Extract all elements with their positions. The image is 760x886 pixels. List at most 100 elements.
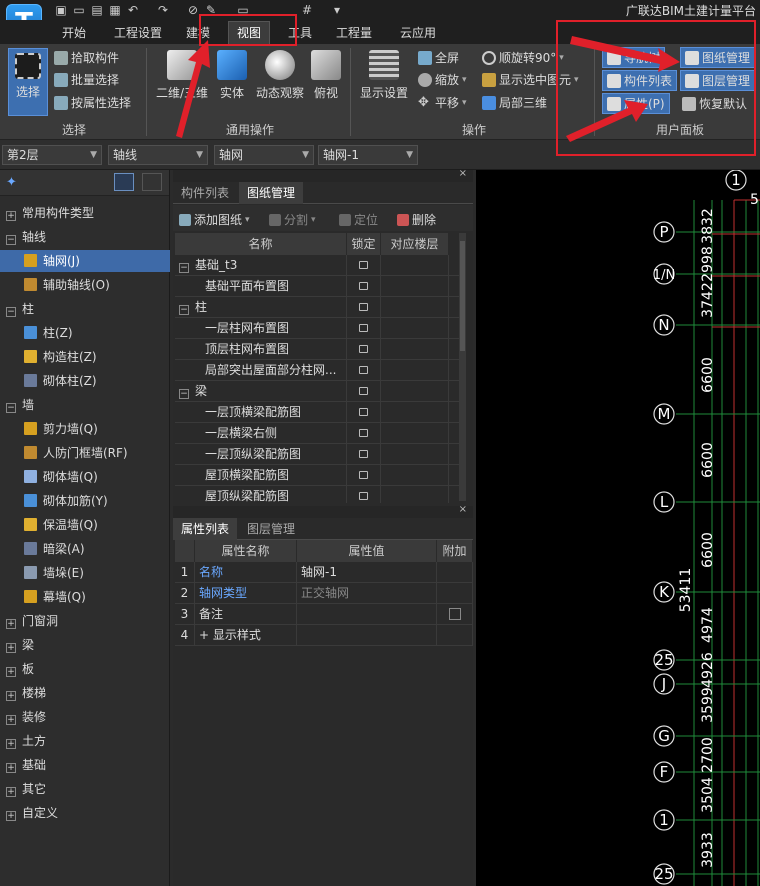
lock-cell[interactable]: [347, 465, 381, 486]
tab-cloud[interactable]: 云应用: [400, 24, 436, 41]
tool-a-icon[interactable]: ⊘: [186, 3, 200, 17]
table-row[interactable]: − 梁: [175, 381, 465, 402]
tree-group[interactable]: + 基础: [0, 754, 170, 776]
tree-item[interactable]: 砌体加筋(Y): [0, 490, 170, 512]
table-row[interactable]: 一层顶横梁配筋图: [175, 402, 465, 423]
axis-grid-drawing[interactable]: 1 P 1/N N M L K 25 J GF 1 25 5 3832 29983742 6600 6600 66…: [476, 169, 760, 886]
dropdown-icon[interactable]: ▾: [330, 3, 344, 17]
tree-group[interactable]: + 门窗洞: [0, 610, 170, 632]
table-row[interactable]: 一层横梁右侧: [175, 423, 465, 444]
show-selected-button[interactable]: 显示选中图元 ▾: [482, 71, 579, 88]
property-row[interactable]: 2 轴网类型 正交轴网: [175, 583, 473, 604]
tool-c-icon[interactable]: ▭: [236, 3, 250, 17]
type-select[interactable]: 轴网 ▼: [214, 145, 314, 165]
pan-button[interactable]: ✥ 平移 ▾: [418, 94, 467, 111]
redo-icon[interactable]: ↷: [156, 3, 170, 17]
tree-item[interactable]: 柱(Z): [0, 322, 170, 344]
rotate-button[interactable]: 顺旋转90° ▾: [482, 49, 564, 66]
table-row[interactable]: 屋顶纵梁配筋图: [175, 486, 465, 503]
tab-tools[interactable]: 工具: [288, 24, 312, 41]
collapse-icon[interactable]: −: [6, 403, 16, 413]
expand-icon[interactable]: +: [6, 691, 16, 701]
new-icon[interactable]: ▭: [72, 3, 86, 17]
lock-cell[interactable]: [347, 444, 381, 465]
instance-select[interactable]: 轴网-1 ▼: [318, 145, 418, 165]
delete-button[interactable]: 删除: [397, 211, 436, 228]
select-button[interactable]: 选择: [8, 48, 48, 116]
tree-group[interactable]: + 常用构件类型: [0, 202, 170, 224]
solid-button[interactable]: 实体: [214, 50, 250, 101]
drawing-canvas[interactable]: 1 P 1/N N M L K 25 J G F 1 25 5 3832 2998 3742 6600 6600 66…: [476, 169, 760, 886]
tab-start[interactable]: 开始: [62, 24, 86, 41]
close-icon[interactable]: ×: [459, 168, 467, 179]
category-select[interactable]: 轴线 ▼: [108, 145, 208, 165]
tree-group[interactable]: + 其它: [0, 778, 170, 800]
expand-icon[interactable]: +: [6, 211, 16, 221]
table-row[interactable]: − 基础_t3: [175, 255, 465, 276]
property-value[interactable]: 轴网-1: [297, 562, 437, 583]
split-button[interactable]: 分割 ▾: [269, 211, 316, 228]
tree-item[interactable]: 幕墙(Q): [0, 586, 170, 608]
add-drawing-button[interactable]: 添加图纸 ▾: [179, 211, 250, 228]
properties-button[interactable]: 属性(P): [602, 93, 670, 114]
tab-layer-mgmt[interactable]: 图层管理: [239, 518, 303, 540]
zoom-button[interactable]: 缩放 ▾: [418, 71, 467, 88]
select-by-attr-button[interactable]: 按属性选择: [54, 94, 131, 111]
expand-icon[interactable]: +: [6, 787, 16, 797]
batch-select-button[interactable]: 批量选择: [54, 71, 119, 88]
tree-group[interactable]: − 墙: [0, 394, 170, 416]
table-row[interactable]: 顶层柱网布置图: [175, 339, 465, 360]
property-row[interactable]: 4 + 显示样式: [175, 625, 473, 646]
tree-group[interactable]: + 土方: [0, 730, 170, 752]
grid-icon[interactable]: #: [300, 3, 314, 17]
tree-group[interactable]: − 轴线: [0, 226, 170, 248]
pick-component-button[interactable]: 拾取构件: [54, 49, 119, 66]
tree-item[interactable]: 轴网(J): [0, 250, 170, 272]
tree-item[interactable]: 砌体柱(Z): [0, 370, 170, 392]
view-2d3d-button[interactable]: 二维/三维: [154, 50, 210, 101]
expand-icon[interactable]: +: [6, 763, 16, 773]
floor-select[interactable]: 第2层 ▼: [2, 145, 102, 165]
tree-item[interactable]: 剪力墙(Q): [0, 418, 170, 440]
tree-item[interactable]: 保温墙(Q): [0, 514, 170, 536]
property-row[interactable]: 3 备注: [175, 604, 473, 625]
lock-cell[interactable]: [347, 402, 381, 423]
fullscreen-button[interactable]: 全屏: [418, 49, 459, 66]
expand-icon[interactable]: +: [6, 643, 16, 653]
lock-cell[interactable]: [347, 360, 381, 381]
save-icon[interactable]: ▣: [54, 3, 68, 17]
tree-group[interactable]: + 楼梯: [0, 682, 170, 704]
tab-properties[interactable]: 属性列表: [173, 518, 238, 540]
tab-modeling[interactable]: 建模: [186, 24, 210, 41]
lock-cell[interactable]: [347, 423, 381, 444]
lock-cell[interactable]: [347, 486, 381, 503]
layer-mgmt-button[interactable]: 图层管理: [680, 70, 756, 91]
lock-cell[interactable]: [347, 255, 381, 276]
drawing-scrollbar[interactable]: [459, 233, 466, 501]
close-icon[interactable]: ×: [459, 504, 467, 515]
tree-item[interactable]: 砌体墙(Q): [0, 466, 170, 488]
tab-drawing-mgmt[interactable]: 图纸管理: [239, 182, 304, 204]
collapse-icon[interactable]: −: [179, 305, 189, 315]
nav-tree-button[interactable]: 导航树: [602, 47, 666, 68]
tab-component-list[interactable]: 构件列表: [173, 182, 237, 204]
lock-cell[interactable]: [347, 339, 381, 360]
expand-icon[interactable]: +: [6, 739, 16, 749]
collapse-icon[interactable]: −: [179, 389, 189, 399]
tree-group[interactable]: − 柱: [0, 298, 170, 320]
attach-checkbox[interactable]: [448, 608, 461, 620]
tab-view[interactable]: 视图: [228, 21, 271, 44]
tile-view-icon[interactable]: [142, 173, 162, 191]
expand-icon[interactable]: +: [6, 715, 16, 725]
reset-default-button[interactable]: 恢复默认: [682, 95, 747, 112]
lock-cell[interactable]: [347, 276, 381, 297]
lock-cell[interactable]: [347, 318, 381, 339]
table-row[interactable]: 局部突出屋面部分柱网...: [175, 360, 465, 381]
undo-icon[interactable]: ↶: [126, 3, 140, 17]
tree-item[interactable]: 墙垛(E): [0, 562, 170, 584]
lock-cell[interactable]: [347, 381, 381, 402]
table-row[interactable]: − 柱: [175, 297, 465, 318]
local-3d-button[interactable]: 局部三维: [482, 94, 547, 111]
quick-save-icon[interactable]: ▦: [108, 3, 122, 17]
expand-icon[interactable]: ✦: [6, 175, 17, 190]
